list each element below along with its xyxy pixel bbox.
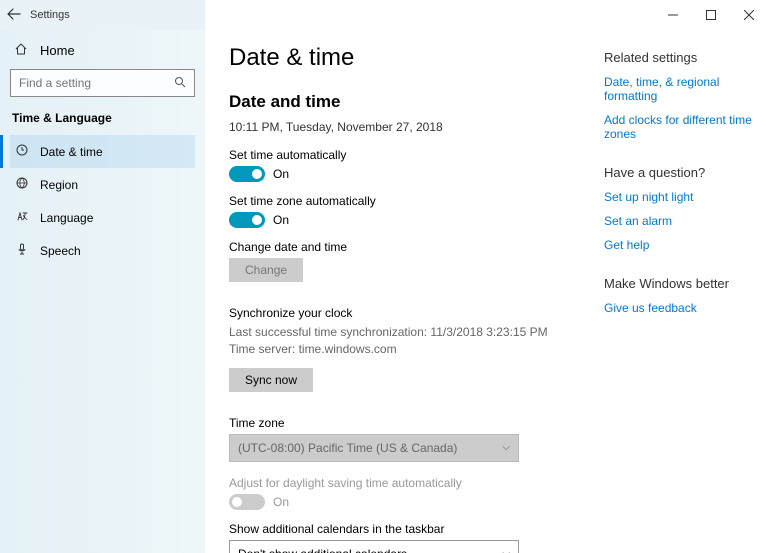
- set-time-auto-state: On: [273, 167, 289, 181]
- set-time-auto-toggle[interactable]: [229, 166, 265, 182]
- additional-calendars-select[interactable]: Don't show additional calendars ⌵: [229, 540, 519, 553]
- minimize-button[interactable]: [654, 0, 692, 30]
- feedback-header: Make Windows better: [604, 276, 756, 291]
- timezone-label: Time zone: [229, 416, 594, 430]
- window-title: Settings: [28, 9, 654, 21]
- content-area: Date & time Date and time 10:11 PM, Tues…: [205, 30, 768, 553]
- link-date-time-regional[interactable]: Date, time, & regional formatting: [604, 75, 756, 103]
- chevron-down-icon: ⌵: [502, 548, 510, 553]
- link-add-clocks[interactable]: Add clocks for different time zones: [604, 113, 756, 141]
- sidebar: Home Time & Language Date & time Region: [0, 30, 205, 553]
- current-datetime: 10:11 PM, Tuesday, November 27, 2018: [229, 120, 594, 134]
- language-icon: [14, 209, 30, 226]
- search-icon: [174, 76, 186, 91]
- home-button[interactable]: Home: [10, 36, 195, 69]
- titlebar: Settings: [0, 0, 768, 30]
- question-header: Have a question?: [604, 165, 756, 180]
- dst-label: Adjust for daylight saving time automati…: [229, 476, 594, 490]
- globe-icon: [14, 176, 30, 193]
- set-time-auto-label: Set time automatically: [229, 148, 594, 162]
- microphone-icon: [14, 242, 30, 259]
- sync-now-button[interactable]: Sync now: [229, 368, 313, 392]
- sync-header: Synchronize your clock: [229, 306, 594, 320]
- sync-last: Last successful time synchronization: 11…: [229, 324, 594, 341]
- sidebar-item-date-time[interactable]: Date & time: [10, 135, 195, 168]
- sync-server: Time server: time.windows.com: [229, 341, 594, 358]
- timezone-value: (UTC-08:00) Pacific Time (US & Canada): [238, 441, 457, 455]
- chevron-down-icon: ⌵: [502, 442, 510, 453]
- sidebar-item-speech[interactable]: Speech: [10, 234, 195, 267]
- dst-state: On: [273, 495, 289, 509]
- sidebar-category: Time & Language: [12, 111, 193, 125]
- clock-gear-icon: [14, 143, 30, 160]
- additional-calendars-label: Show additional calendars in the taskbar: [229, 522, 594, 536]
- home-label: Home: [40, 43, 75, 58]
- set-tz-auto-label: Set time zone automatically: [229, 194, 594, 208]
- sidebar-item-label: Region: [40, 178, 78, 192]
- sidebar-item-label: Speech: [40, 244, 81, 258]
- close-button[interactable]: [730, 0, 768, 30]
- sidebar-item-label: Date & time: [40, 145, 103, 159]
- additional-calendars-value: Don't show additional calendars: [238, 547, 407, 553]
- related-settings-header: Related settings: [604, 50, 756, 65]
- back-button[interactable]: [0, 7, 28, 23]
- sidebar-item-region[interactable]: Region: [10, 168, 195, 201]
- set-tz-auto-state: On: [273, 213, 289, 227]
- timezone-select: (UTC-08:00) Pacific Time (US & Canada) ⌵: [229, 434, 519, 462]
- section-date-time: Date and time: [229, 92, 594, 112]
- dst-toggle: [229, 494, 265, 510]
- link-night-light[interactable]: Set up night light: [604, 190, 756, 204]
- sidebar-item-language[interactable]: Language: [10, 201, 195, 234]
- link-set-alarm[interactable]: Set an alarm: [604, 214, 756, 228]
- sidebar-item-label: Language: [40, 211, 93, 225]
- home-icon: [14, 42, 30, 59]
- search-input[interactable]: [19, 76, 174, 90]
- search-box[interactable]: [10, 69, 195, 97]
- page-title: Date & time: [229, 44, 594, 72]
- link-get-help[interactable]: Get help: [604, 238, 756, 252]
- link-give-feedback[interactable]: Give us feedback: [604, 301, 756, 315]
- maximize-button[interactable]: [692, 0, 730, 30]
- change-date-time-label: Change date and time: [229, 240, 594, 254]
- change-button: Change: [229, 258, 303, 282]
- set-tz-auto-toggle[interactable]: [229, 212, 265, 228]
